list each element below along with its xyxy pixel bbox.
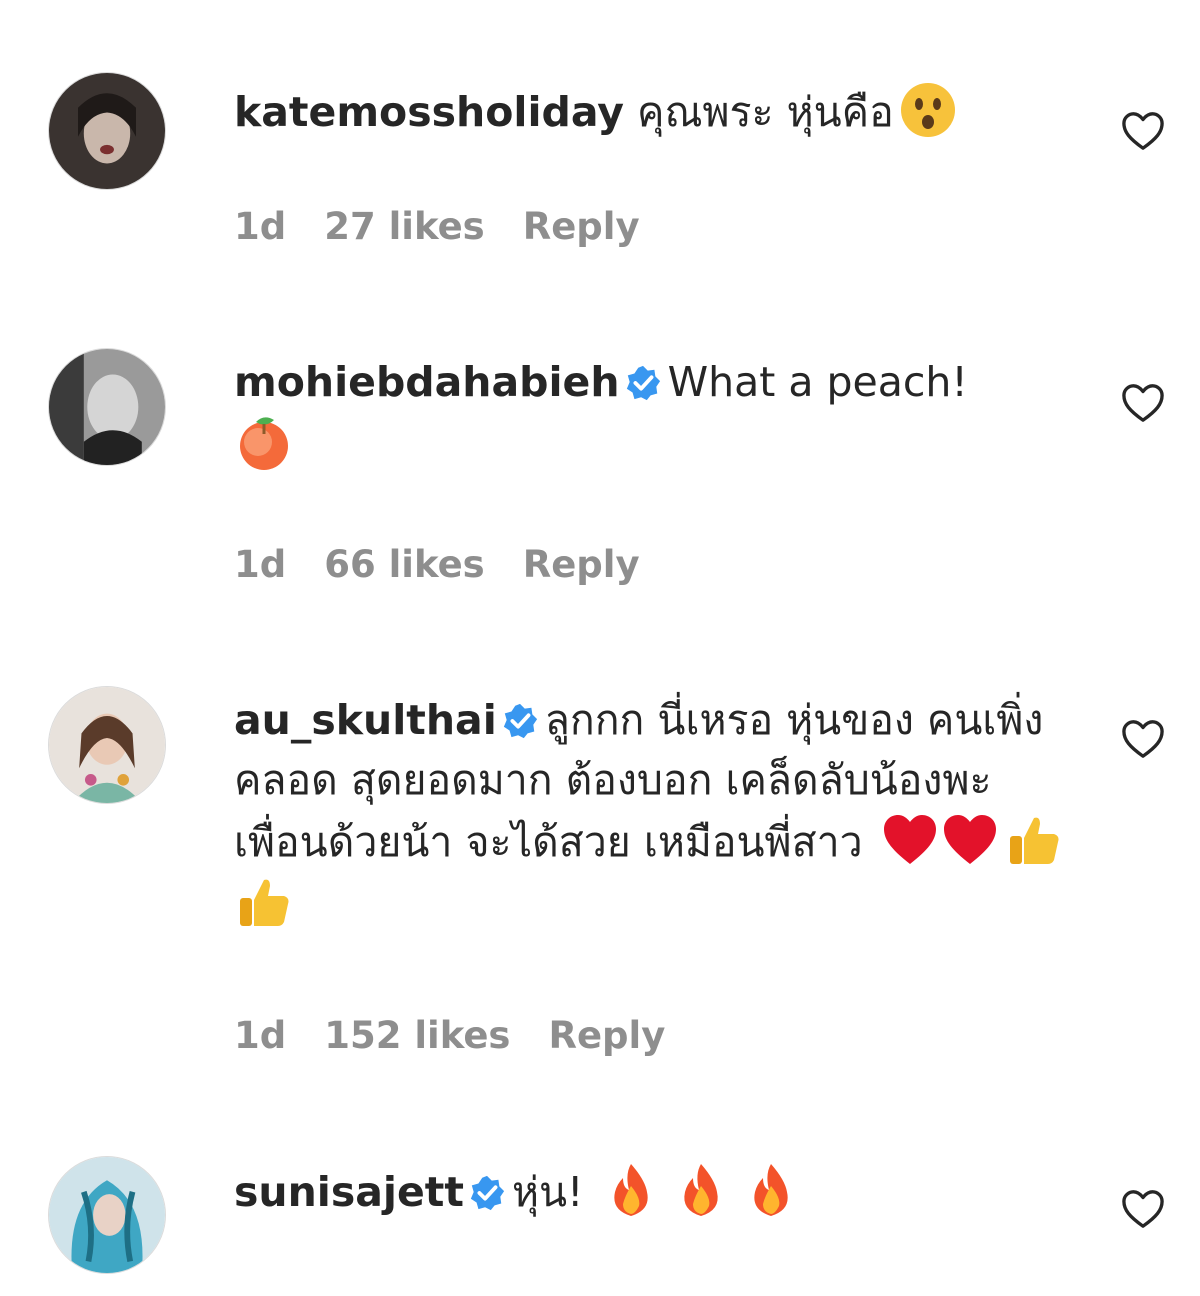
astonished-face-emoji: [898, 80, 958, 140]
heart-outline-icon[interactable]: [1120, 110, 1166, 152]
reply-button[interactable]: Reply: [548, 1014, 665, 1057]
comment-likes[interactable]: 27 likes: [324, 205, 484, 248]
avatar[interactable]: [48, 1156, 166, 1274]
comment-username[interactable]: katemossholiday: [234, 88, 624, 136]
fire-emoji: [671, 1160, 731, 1220]
comment-username[interactable]: sunisajett: [234, 1168, 464, 1216]
heart-outline-icon[interactable]: [1120, 382, 1166, 424]
verified-badge-icon: [624, 364, 662, 402]
comment-text-block: au_skulthai ลูกกก นี่เหรอ หุ่นของ คนเพิ่ง…: [234, 690, 1064, 934]
avatar[interactable]: [48, 686, 166, 804]
reply-button[interactable]: Reply: [523, 543, 640, 586]
comment-text: What a peach!: [667, 358, 968, 406]
comment-meta: 1d 66 likes Reply: [234, 543, 678, 586]
reply-button[interactable]: Reply: [523, 205, 640, 248]
comment-text-block: sunisajett หุ่น!: [234, 1160, 1074, 1222]
comment-text: คุณพระ หุ่นคือ: [637, 88, 894, 136]
fire-emoji: [601, 1160, 661, 1220]
verified-badge-icon: [501, 702, 539, 740]
comment-meta: 1d 152 likes Reply: [234, 1014, 703, 1057]
verified-badge-icon: [468, 1174, 506, 1212]
comment-text: หุ่น!: [511, 1168, 584, 1216]
thumbs-up-emoji: [234, 872, 294, 932]
red-heart-emoji: [880, 810, 940, 870]
comment-likes[interactable]: 152 likes: [324, 1014, 510, 1057]
comment-time: 1d: [234, 1014, 287, 1057]
comment-likes[interactable]: 66 likes: [324, 543, 484, 586]
avatar[interactable]: [48, 348, 166, 466]
comment-username[interactable]: mohiebdahabieh: [234, 358, 620, 406]
comment-username[interactable]: au_skulthai: [234, 696, 497, 744]
avatar[interactable]: [48, 72, 166, 190]
comment-text-block: katemossholiday คุณพระ หุ่นคือ: [234, 80, 1074, 142]
peach-emoji: [234, 412, 298, 476]
comment-meta: 1d 27 likes Reply: [234, 205, 678, 248]
heart-outline-icon[interactable]: [1120, 1188, 1166, 1230]
red-heart-emoji: [940, 810, 1000, 870]
thumbs-up-emoji: [1004, 810, 1064, 870]
heart-outline-icon[interactable]: [1120, 718, 1166, 760]
comment-time: 1d: [234, 543, 287, 586]
comment-text-block: mohiebdahabieh What a peach!: [234, 352, 1074, 478]
fire-emoji: [741, 1160, 801, 1220]
comment-time: 1d: [234, 205, 287, 248]
